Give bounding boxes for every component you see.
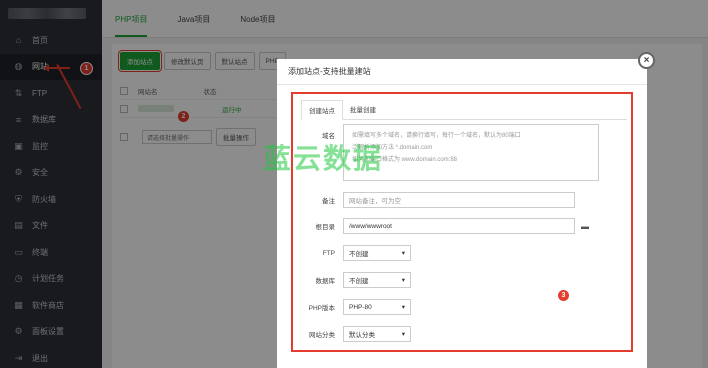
chevron-down-icon: ▾ xyxy=(401,250,405,257)
ftp-row: FTP 不创建 ▾ xyxy=(293,245,411,261)
ftp-select-value: 不创建 xyxy=(349,251,369,258)
ftp-select[interactable]: 不创建 ▾ xyxy=(343,245,411,261)
database-row: 数据库 不创建 ▾ xyxy=(293,272,411,288)
php-version-select[interactable]: PHP-80 ▾ xyxy=(343,299,411,315)
annotation-box-3: 创建站点 批量创建 域名 如需填写多个域名，请换行填写，每行一个域名，默认为80… xyxy=(291,92,633,352)
database-select-value: 不创建 xyxy=(349,278,369,285)
domain-placeholder-line-2: 泛解析添加方法 *.domain.com xyxy=(352,145,433,151)
dialog-title: 添加站点-支持批量建站 xyxy=(277,59,647,85)
folder-icon[interactable]: ▬ xyxy=(581,222,589,231)
domain-placeholder-line-3: 如另加端口格式为 www.domain.com:88 xyxy=(352,157,458,163)
remark-label: 备注 xyxy=(322,198,335,205)
watermark: 蓝云数据 xyxy=(263,143,384,174)
category-label: 网站分类 xyxy=(309,332,335,339)
category-row: 网站分类 默认分类 ▾ xyxy=(293,326,411,342)
add-site-dialog: 添加站点-支持批量建站 创建站点 批量创建 域名 如需填写多个域名，请换行填写，… xyxy=(277,59,647,368)
php-version-label: PHP版本 xyxy=(308,305,335,312)
tab-create-site[interactable]: 创建站点 xyxy=(301,100,343,120)
root-row: 根目录 /www/wwwroot ▬ xyxy=(293,218,589,234)
chevron-down-icon: ▾ xyxy=(401,331,405,338)
php-version-row: PHP版本 PHP-80 ▾ xyxy=(293,299,411,315)
database-select[interactable]: 不创建 ▾ xyxy=(343,272,411,288)
root-label: 根目录 xyxy=(315,224,336,231)
php-version-value: PHP-80 xyxy=(349,303,372,311)
category-select[interactable]: 默认分类 ▾ xyxy=(343,326,411,342)
category-select-value: 默认分类 xyxy=(349,332,375,339)
tab-batch-create[interactable]: 批量创建 xyxy=(343,100,383,119)
remark-row: 备注 网站备注，可为空 xyxy=(293,192,575,208)
chevron-down-icon: ▾ xyxy=(401,277,405,284)
domain-placeholder-line-1: 如需填写多个域名，请换行填写，每行一个域名，默认为80端口 xyxy=(352,133,521,139)
close-icon[interactable]: × xyxy=(638,52,655,69)
ftp-label: FTP xyxy=(322,249,335,257)
remark-input[interactable]: 网站备注，可为空 xyxy=(343,192,575,208)
database-label: 数据库 xyxy=(315,278,336,285)
chevron-down-icon: ▾ xyxy=(401,304,405,311)
root-input[interactable]: /www/wwwroot xyxy=(343,218,575,234)
annotation-badge-3: 3 xyxy=(557,289,570,302)
dialog-tabs: 创建站点 批量创建 xyxy=(301,100,627,120)
